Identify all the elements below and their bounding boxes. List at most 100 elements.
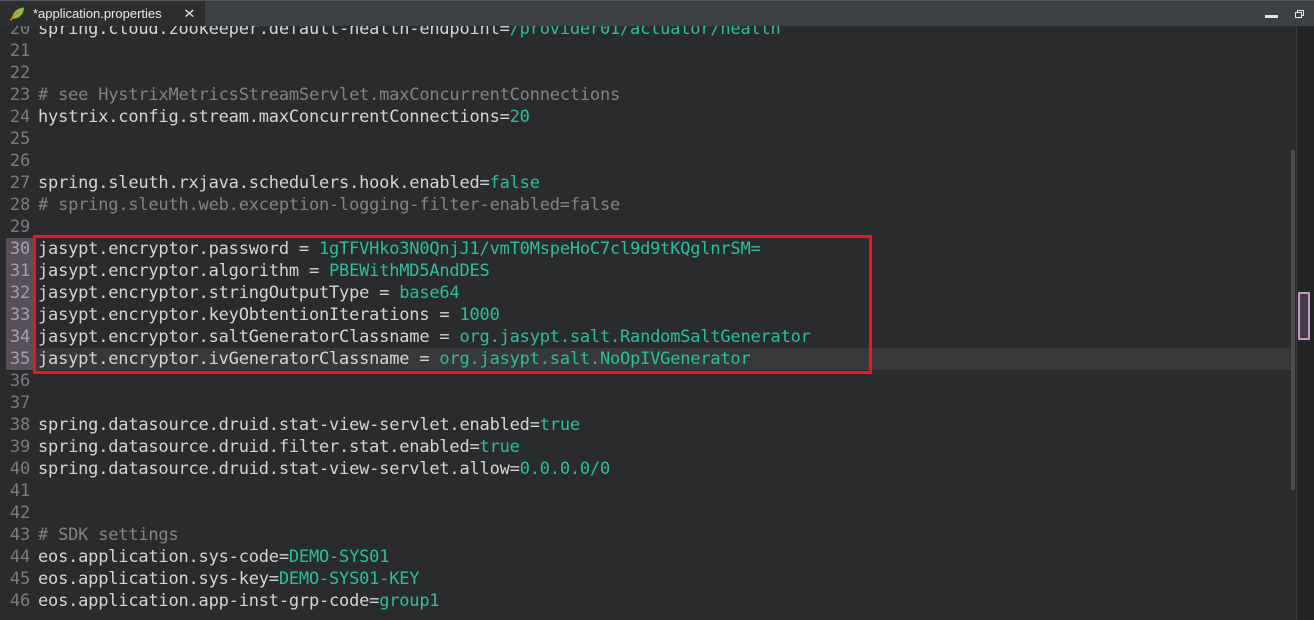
- code-line[interactable]: 24hystrix.config.stream.maxConcurrentCon…: [0, 106, 1292, 128]
- line-number[interactable]: 41: [6, 480, 34, 502]
- code-text[interactable]: spring.datasource.druid.stat-view-servle…: [34, 414, 1292, 436]
- code-line[interactable]: 46eos.application.app-inst-grp-code=grou…: [0, 590, 1292, 612]
- code-text[interactable]: spring.sleuth.rxjava.schedulers.hook.ena…: [34, 172, 1292, 194]
- code-line[interactable]: 40spring.datasource.druid.stat-view-serv…: [0, 458, 1292, 480]
- line-number[interactable]: 22: [6, 62, 34, 84]
- code-line[interactable]: 45eos.application.sys-key=DEMO-SYS01-KEY: [0, 568, 1292, 590]
- code-text[interactable]: [34, 150, 1292, 172]
- line-number[interactable]: 37: [6, 392, 34, 414]
- code-line[interactable]: 43# SDK settings: [0, 524, 1292, 546]
- code-line[interactable]: 44eos.application.sys-code=DEMO-SYS01: [0, 546, 1292, 568]
- code-text[interactable]: hystrix.config.stream.maxConcurrentConne…: [34, 106, 1292, 128]
- code-line[interactable]: 42: [0, 502, 1292, 524]
- code-segment-value: false: [490, 173, 540, 193]
- code-text[interactable]: eos.application.sys-code=DEMO-SYS01: [34, 546, 1292, 568]
- code-text[interactable]: [34, 128, 1292, 150]
- tab-bar: *application.properties ✕: [0, 0, 1314, 26]
- code-line[interactable]: 34jasypt.encryptor.saltGeneratorClassnam…: [0, 326, 1292, 348]
- code-text[interactable]: [34, 392, 1292, 414]
- line-number[interactable]: 32: [6, 282, 34, 304]
- code-text[interactable]: [34, 370, 1292, 392]
- line-number[interactable]: 42: [6, 502, 34, 524]
- code-line[interactable]: 39spring.datasource.druid.filter.stat.en…: [0, 436, 1292, 458]
- code-line[interactable]: 38spring.datasource.druid.stat-view-serv…: [0, 414, 1292, 436]
- code-line[interactable]: 22: [0, 62, 1292, 84]
- line-number[interactable]: 28: [6, 194, 34, 216]
- code-text[interactable]: jasypt.encryptor.ivGeneratorClassname = …: [34, 348, 1292, 370]
- line-number[interactable]: 38: [6, 414, 34, 436]
- code-line[interactable]: 28# spring.sleuth.web.exception-logging-…: [0, 194, 1292, 216]
- code-text[interactable]: eos.application.sys-key=DEMO-SYS01-KEY: [34, 568, 1292, 590]
- code-line[interactable]: 31jasypt.encryptor.algorithm = PBEWithMD…: [0, 260, 1292, 282]
- code-segment-value: DEMO-SYS01: [289, 547, 389, 567]
- code-line[interactable]: 29: [0, 216, 1292, 238]
- line-number[interactable]: 46: [6, 590, 34, 612]
- code-text[interactable]: # spring.sleuth.web.exception-logging-fi…: [34, 194, 1292, 216]
- minimize-icon[interactable]: [1265, 15, 1278, 18]
- line-number[interactable]: 44: [6, 546, 34, 568]
- code-line[interactable]: 25: [0, 128, 1292, 150]
- line-number[interactable]: 40: [6, 458, 34, 480]
- code-segment-plain: jasypt.encryptor.algorithm =: [38, 261, 329, 281]
- line-number[interactable]: 26: [6, 150, 34, 172]
- code-line[interactable]: 27spring.sleuth.rxjava.schedulers.hook.e…: [0, 172, 1292, 194]
- code-line[interactable]: 26: [0, 150, 1292, 172]
- code-text[interactable]: spring.datasource.druid.stat-view-servle…: [34, 458, 1292, 480]
- line-number[interactable]: 36: [6, 370, 34, 392]
- code-line[interactable]: 32jasypt.encryptor.stringOutputType = ba…: [0, 282, 1292, 304]
- restore-icon[interactable]: [1295, 10, 1304, 18]
- code-lines[interactable]: 20spring.cloud.zookeeper.default-health-…: [0, 18, 1292, 612]
- code-text[interactable]: eos.application.app-inst-grp-code=group1: [34, 590, 1292, 612]
- code-text[interactable]: jasypt.encryptor.algorithm = PBEWithMD5A…: [34, 260, 1292, 282]
- line-number[interactable]: 23: [6, 84, 34, 106]
- code-text[interactable]: jasypt.encryptor.keyObtentionIterations …: [34, 304, 1292, 326]
- line-number[interactable]: 29: [6, 216, 34, 238]
- code-line[interactable]: 41: [0, 480, 1292, 502]
- code-segment-plain: jasypt.encryptor.keyObtentionIterations …: [38, 305, 459, 325]
- code-text[interactable]: [34, 62, 1292, 84]
- code-segment-value: true: [540, 415, 580, 435]
- line-number[interactable]: 45: [6, 568, 34, 590]
- code-text[interactable]: [34, 216, 1292, 238]
- code-segment-plain: spring.datasource.druid.stat-view-servle…: [38, 415, 540, 435]
- code-line[interactable]: 23# see HystrixMetricsStreamServlet.maxC…: [0, 84, 1292, 106]
- line-number[interactable]: 21: [6, 40, 34, 62]
- code-segment-plain: spring.sleuth.rxjava.schedulers.hook.ena…: [38, 173, 490, 193]
- code-segment-value: group1: [379, 591, 439, 611]
- code-text[interactable]: # see HystrixMetricsStreamServlet.maxCon…: [34, 84, 1292, 106]
- line-number[interactable]: 25: [6, 128, 34, 150]
- code-line[interactable]: 33jasypt.encryptor.keyObtentionIteration…: [0, 304, 1292, 326]
- code-text[interactable]: [34, 40, 1292, 62]
- line-number[interactable]: 27: [6, 172, 34, 194]
- line-number[interactable]: 39: [6, 436, 34, 458]
- code-text[interactable]: jasypt.encryptor.stringOutputType = base…: [34, 282, 1292, 304]
- line-number[interactable]: 34: [6, 326, 34, 348]
- vertical-scrollbar-thumb[interactable]: [1291, 150, 1295, 490]
- line-number[interactable]: 30: [6, 238, 34, 260]
- code-text[interactable]: jasypt.encryptor.password = 1gTFVHko3N0Q…: [34, 238, 1292, 260]
- tab-application-properties[interactable]: *application.properties ✕: [0, 1, 205, 26]
- code-line[interactable]: 21: [0, 40, 1292, 62]
- properties-file-leaf-icon: [9, 6, 26, 21]
- line-number[interactable]: 43: [6, 524, 34, 546]
- code-text[interactable]: spring.datasource.druid.filter.stat.enab…: [34, 436, 1292, 458]
- code-segment-value: PBEWithMD5AndDES: [329, 261, 490, 281]
- code-line[interactable]: 37: [0, 392, 1292, 414]
- code-line[interactable]: 30jasypt.encryptor.password = 1gTFVHko3N…: [0, 238, 1292, 260]
- code-segment-plain: jasypt.encryptor.saltGeneratorClassname …: [38, 327, 459, 347]
- code-segment-plain: jasypt.encryptor.password =: [38, 239, 319, 259]
- code-text[interactable]: jasypt.encryptor.saltGeneratorClassname …: [34, 326, 1292, 348]
- code-text[interactable]: # SDK settings: [34, 524, 1292, 546]
- changed-lines-ruler-marker[interactable]: [1298, 292, 1310, 340]
- line-number[interactable]: 35: [6, 348, 34, 370]
- line-number[interactable]: 24: [6, 106, 34, 128]
- code-text[interactable]: [34, 502, 1292, 524]
- line-number[interactable]: 33: [6, 304, 34, 326]
- code-segment-value: DEMO-SYS01-KEY: [279, 569, 420, 589]
- line-number[interactable]: 31: [6, 260, 34, 282]
- code-segment-value: 1000: [459, 305, 499, 325]
- tab-close-icon[interactable]: ✕: [183, 7, 196, 20]
- code-text[interactable]: [34, 480, 1292, 502]
- code-line[interactable]: 36: [0, 370, 1292, 392]
- code-line[interactable]: 35jasypt.encryptor.ivGeneratorClassname …: [0, 348, 1292, 370]
